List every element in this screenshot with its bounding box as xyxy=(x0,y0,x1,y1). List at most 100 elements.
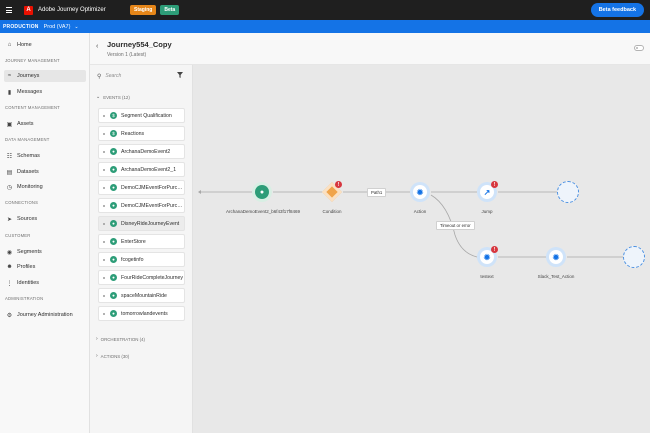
journey-title[interactable]: Journey554_Copy xyxy=(107,40,172,49)
nav-item-messages[interactable]: ▮ Messages xyxy=(4,86,86,98)
globe-icon: ● xyxy=(110,148,117,155)
settings-icon: ⚙ xyxy=(6,312,13,319)
event-item[interactable]: ● EnterStore xyxy=(98,234,185,249)
activity-palette: ⚲ Search ⌄ EVENTS (12) $ Segment Qualific… xyxy=(90,65,193,433)
home-icon: ⌂ xyxy=(7,42,12,48)
globe-icon: ● xyxy=(110,256,117,263)
connector-lines xyxy=(198,190,623,258)
testext-node-label: testext xyxy=(480,274,494,279)
nav-label: Datasets xyxy=(17,169,39,175)
nav-item-monitoring[interactable]: ◷ Monitoring xyxy=(4,181,86,193)
drag-handle-icon[interactable] xyxy=(103,150,105,153)
drag-handle-icon[interactable] xyxy=(103,132,105,135)
event-item[interactable]: $ Segment Qualification xyxy=(98,108,185,123)
search-input[interactable]: ⚲ Search xyxy=(94,70,174,82)
drag-handle-icon[interactable] xyxy=(103,222,105,225)
event-item[interactable]: $ Reactions xyxy=(98,126,185,141)
nav-section-content-management: CONTENT MANAGEMENT xyxy=(5,105,60,110)
error-icon[interactable]: ! xyxy=(491,181,498,188)
globe-icon: ● xyxy=(110,238,117,245)
action-gear-icon: ✹ xyxy=(413,185,427,199)
menu-icon[interactable] xyxy=(0,0,18,20)
nav-item-assets[interactable]: ▣ Assets xyxy=(4,118,86,130)
nav-label: Home xyxy=(17,42,32,48)
nav-item-identities[interactable]: ⋮ Identities xyxy=(4,277,86,289)
path1-label[interactable]: Path1 xyxy=(367,188,387,197)
error-icon[interactable]: ! xyxy=(491,246,498,253)
drag-handle-icon[interactable] xyxy=(103,204,105,207)
nav-item-sources[interactable]: ➤ Sources xyxy=(4,213,86,225)
error-icon[interactable]: ! xyxy=(335,181,342,188)
nav-label: Sources xyxy=(17,216,38,222)
event-item[interactable]: ● DemoCJMEventForPurchase2 xyxy=(98,198,185,213)
nav-item-journey-administration[interactable]: ⚙ Journey Administration xyxy=(4,309,86,321)
nav-label: Profiles xyxy=(17,264,36,270)
nav-item-profiles[interactable]: ☻ Profiles xyxy=(4,261,86,273)
globe-icon: ● xyxy=(110,292,117,299)
globe-icon: ● xyxy=(110,166,117,173)
segments-icon: ◉ xyxy=(6,249,13,256)
event-item[interactable]: ● FourRideCompleteJourney xyxy=(98,270,185,285)
slack-node-label: Slack_Test_Action xyxy=(537,274,575,279)
sources-icon: ➤ xyxy=(6,216,13,223)
event-item[interactable]: ● ArchanaDemoEvent2 xyxy=(98,144,185,159)
search-icon: ⚲ xyxy=(97,73,102,80)
nav-label: Identities xyxy=(17,280,40,286)
timeout-error-label[interactable]: Timeout or error xyxy=(436,221,475,230)
nav-item-segments[interactable]: ◉ Segments xyxy=(4,246,86,258)
orchestration-section-header[interactable]: › ORCHESTRATION (4) xyxy=(96,336,145,342)
event-item[interactable]: ● spaceMountainRide xyxy=(98,288,185,303)
event-item[interactable]: ● ArchanaDemoEvent2_1 xyxy=(98,162,185,177)
section-label: ORCHESTRATION (4) xyxy=(100,336,145,342)
beta-feedback-button[interactable]: Beta feedback xyxy=(590,3,644,17)
toggle-switch[interactable] xyxy=(634,45,644,51)
journey-canvas[interactable]: ● ArchanaDemoEvent2_b6f43f17f8469 ! Cond… xyxy=(193,65,650,433)
event-label: ArchanaDemoEvent2 xyxy=(121,148,171,155)
filter-icon[interactable] xyxy=(177,72,183,78)
drag-handle-icon[interactable] xyxy=(103,240,105,243)
empty-drop-node[interactable] xyxy=(557,181,579,203)
sandbox-selector[interactable]: Prod (VA7) xyxy=(44,24,71,30)
empty-drop-node[interactable] xyxy=(623,246,645,268)
event-item[interactable]: ● tomorrowlandevents xyxy=(98,306,185,321)
drag-handle-icon[interactable] xyxy=(103,114,105,117)
nav-item-datasets[interactable]: ▤ Datasets xyxy=(4,166,86,178)
event-item[interactable]: ● fcogetinfo xyxy=(98,252,185,267)
top-bar: A Adobe Journey Optimizer Staging Beta B… xyxy=(0,0,650,20)
search-placeholder: Search xyxy=(105,73,122,79)
slack-action-node[interactable]: ✹ xyxy=(546,247,566,267)
nav-section-data-management: DATA MANAGEMENT xyxy=(5,137,50,142)
sandbox-bar: PRODUCTION Prod (VA7) ⌄ xyxy=(0,20,650,33)
drag-handle-icon[interactable] xyxy=(103,312,105,315)
back-chevron-icon[interactable]: ‹ xyxy=(96,43,98,50)
events-section-header[interactable]: ⌄ EVENTS (12) xyxy=(96,94,130,100)
globe-icon: ● xyxy=(110,184,117,191)
nav-item-journeys[interactable]: ≈ Journeys xyxy=(4,70,86,82)
condition-node-label: Condition xyxy=(322,209,342,214)
event-label: DisneyRideJourneyEvent xyxy=(121,220,180,227)
event-label: FourRideCompleteJourney xyxy=(121,274,183,281)
event-item[interactable]: ● DemoCJMEventForPurchase xyxy=(98,180,185,195)
drag-handle-icon[interactable] xyxy=(103,168,105,171)
chevron-right-icon: › xyxy=(96,336,98,342)
schemas-icon: ☷ xyxy=(6,153,13,160)
actions-section-header[interactable]: › ACTIONS (30) xyxy=(96,353,129,359)
chevron-down-icon: ⌄ xyxy=(96,94,101,100)
chevron-down-icon[interactable]: ⌄ xyxy=(74,24,78,30)
nav-item-home[interactable]: ⌂ Home xyxy=(4,39,86,51)
drag-handle-icon[interactable] xyxy=(103,294,105,297)
event-node[interactable]: ● xyxy=(252,182,272,202)
event-item[interactable]: ● DisneyRideJourneyEvent xyxy=(98,216,185,231)
nav-section-administration: ADMINISTRATION xyxy=(5,296,44,301)
globe-icon: ● xyxy=(255,185,269,199)
journey-header: ‹ Journey554_Copy Version 1 (Latest) xyxy=(90,33,650,65)
drag-handle-icon[interactable] xyxy=(103,186,105,189)
drag-handle-icon[interactable] xyxy=(103,276,105,279)
action-node[interactable]: ✹ xyxy=(410,182,430,202)
nav-section-customer: CUSTOMER xyxy=(5,233,31,238)
globe-icon: ● xyxy=(110,202,117,209)
drag-handle-icon[interactable] xyxy=(103,258,105,261)
nav-item-schemas[interactable]: ☷ Schemas xyxy=(4,150,86,162)
globe-icon: ● xyxy=(110,274,117,281)
event-label: ArchanaDemoEvent2_1 xyxy=(121,166,177,173)
